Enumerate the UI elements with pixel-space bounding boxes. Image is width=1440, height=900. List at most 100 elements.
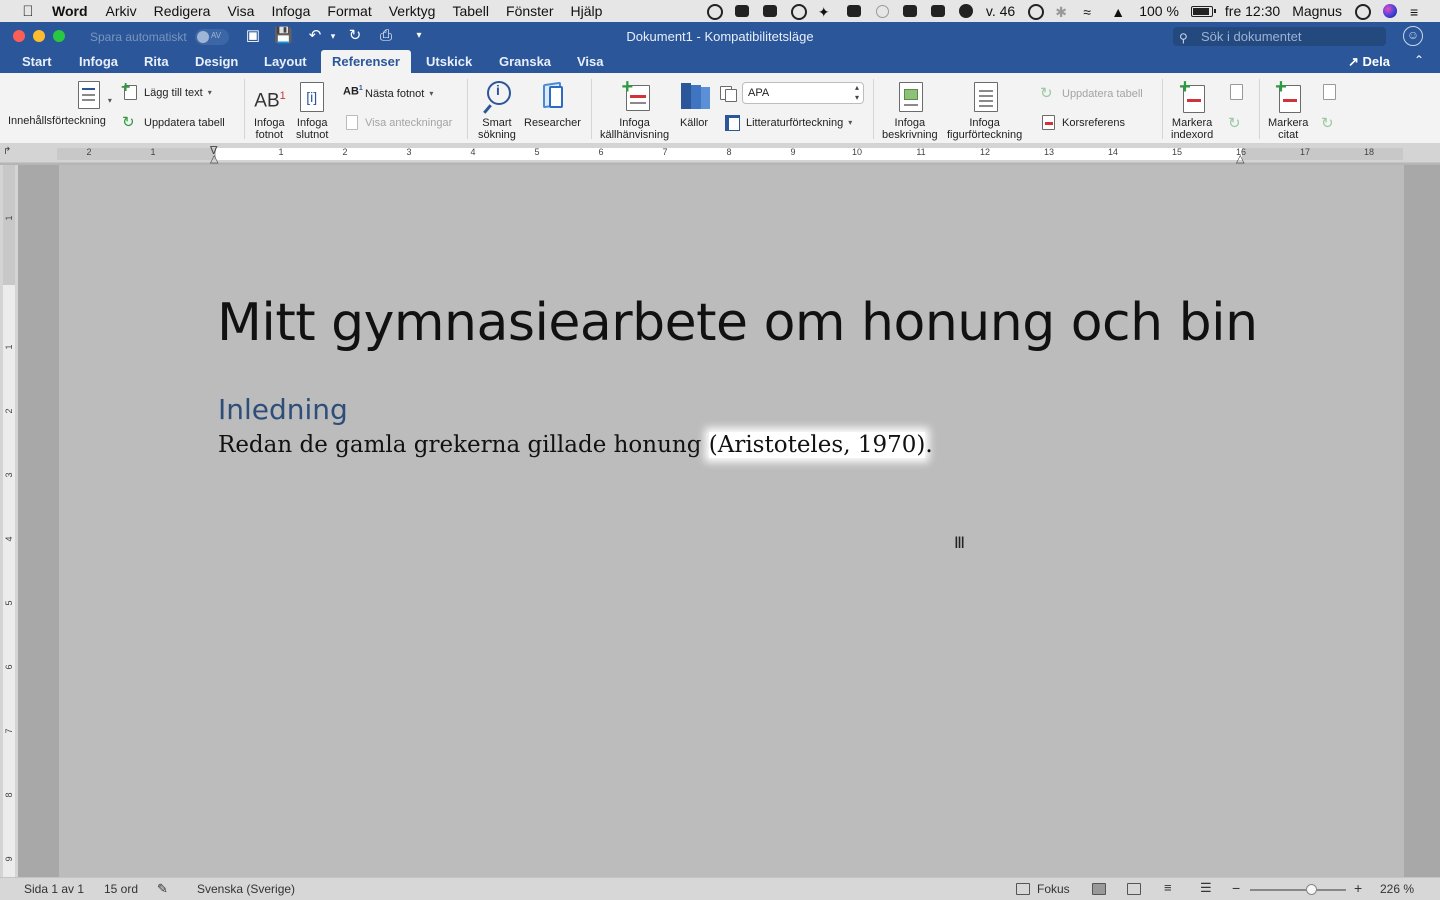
insert-caption-button[interactable]: Infoga beskrivning: [882, 81, 938, 141]
document-canvas[interactable]: Mitt gymnasiearbete om honung och bin In…: [18, 165, 1440, 877]
bluetooth-icon[interactable]: ✱: [1055, 4, 1071, 20]
tab-start[interactable]: Start: [22, 54, 52, 69]
menu-tabell[interactable]: Tabell: [452, 3, 489, 19]
apple-menu-icon[interactable]: : [18, 3, 38, 20]
page-count[interactable]: Sida 1 av 1: [24, 882, 84, 896]
focus-button[interactable]: Fokus: [1037, 882, 1070, 896]
airplay-icon[interactable]: [902, 4, 918, 18]
tab-layout[interactable]: Layout: [264, 54, 307, 69]
show-notes-button[interactable]: Visa anteckningar: [343, 114, 452, 131]
menu-fonster[interactable]: Fönster: [506, 3, 553, 19]
menu-verktyg[interactable]: Verktyg: [389, 3, 436, 19]
zoom-slider[interactable]: [1250, 884, 1346, 895]
bibliography-button[interactable]: Litteraturförteckning ▾: [724, 114, 852, 131]
vertical-ruler[interactable]: 1 1 2 3 4 5 6 7 8 9: [0, 165, 18, 877]
cross-reference-button[interactable]: Korsreferens: [1040, 114, 1125, 131]
insert-endnote-button[interactable]: [i] Infoga slutnot: [296, 81, 328, 141]
tab-granska[interactable]: Granska: [499, 54, 551, 69]
document-page[interactable]: Mitt gymnasiearbete om honung och bin In…: [59, 165, 1404, 877]
volume-icon[interactable]: ▲: [1111, 4, 1127, 20]
document-title-heading[interactable]: Mitt gymnasiearbete om honung och bin: [217, 293, 1258, 353]
table-of-contents-button[interactable]: ▾ Innehållsförteckning: [8, 79, 112, 127]
tab-visa[interactable]: Visa: [577, 54, 604, 69]
sources-button[interactable]: Källor: [679, 81, 710, 129]
autosave-toggle[interactable]: AV: [195, 29, 229, 45]
tab-stop-selector-icon[interactable]: ↱: [3, 146, 11, 157]
feedback-smiley-icon[interactable]: ☺: [1403, 26, 1423, 46]
language[interactable]: Svenska (Sverige): [197, 882, 295, 896]
insert-table-of-figures-button[interactable]: Infoga figurförteckning: [947, 81, 1022, 141]
app-status-icon[interactable]: [930, 4, 946, 18]
print-icon[interactable]: ⎙: [377, 27, 395, 45]
menu-redigera[interactable]: Redigera: [154, 3, 211, 19]
update-table-of-authorities-icon[interactable]: ↻: [1321, 114, 1338, 132]
insert-footnote-button[interactable]: AB1 Infoga fotnot: [254, 81, 286, 141]
week-number[interactable]: v. 46: [986, 3, 1015, 19]
citation-style-select[interactable]: APA ▴ ▾: [742, 82, 864, 104]
adobe-icon[interactable]: [734, 4, 750, 18]
tab-rita[interactable]: Rita: [144, 54, 169, 69]
proofing-icon[interactable]: ✎: [157, 881, 168, 897]
update-table-button[interactable]: ↻ Uppdatera tabell: [122, 114, 225, 131]
tab-infoga[interactable]: Infoga: [79, 54, 118, 69]
mark-citation-button[interactable]: + Markera citat: [1268, 77, 1308, 141]
clock[interactable]: fre 12:30: [1225, 3, 1280, 19]
citation-field[interactable]: (Aristoteles, 1970): [708, 432, 926, 458]
update-index-icon[interactable]: ↻: [1228, 114, 1245, 132]
zoom-out-icon[interactable]: −: [1232, 880, 1240, 896]
next-footnote-button[interactable]: AB1 Nästa fotnot ▾: [343, 85, 433, 102]
insert-citation-button[interactable]: + Infoga källhänvisning: [600, 77, 669, 141]
zoom-window-button[interactable]: [53, 30, 65, 42]
update-table-figures-button[interactable]: ↻ Uppdatera tabell: [1040, 85, 1143, 102]
redo-icon[interactable]: ↻: [346, 27, 364, 45]
zoom-level[interactable]: 226 %: [1380, 882, 1414, 896]
battery-percent[interactable]: 100 %: [1139, 3, 1179, 19]
wifi-icon[interactable]: ≈: [1083, 4, 1099, 20]
right-indent-marker[interactable]: △: [1236, 152, 1244, 165]
status-extra-icon[interactable]: [706, 4, 723, 20]
menu-arkiv[interactable]: Arkiv: [106, 3, 137, 19]
outline-view-icon[interactable]: ≡: [1164, 880, 1172, 895]
minimize-window-button[interactable]: [33, 30, 45, 42]
left-indent-marker[interactable]: △: [210, 152, 218, 165]
heading-1[interactable]: Inledning: [218, 393, 348, 426]
tab-design[interactable]: Design: [195, 54, 238, 69]
focus-icon[interactable]: [1016, 883, 1030, 895]
tab-utskick[interactable]: Utskick: [426, 54, 472, 69]
disabled-status-icon[interactable]: [874, 4, 890, 18]
user-name[interactable]: Magnus: [1292, 3, 1342, 19]
close-window-button[interactable]: [13, 30, 25, 42]
insert-table-of-authorities-icon[interactable]: [1321, 84, 1338, 101]
brightness-icon[interactable]: [790, 4, 807, 20]
tab-referenser[interactable]: Referenser: [321, 50, 411, 73]
draft-view-icon[interactable]: ☰: [1200, 880, 1212, 896]
researcher-button[interactable]: Researcher: [524, 81, 581, 129]
print-layout-icon[interactable]: [1092, 883, 1106, 895]
insert-index-icon[interactable]: [1228, 84, 1245, 101]
word-count[interactable]: 15 ord: [104, 882, 138, 896]
magic-wand-icon[interactable]: ✦: [818, 4, 834, 20]
time-machine-icon[interactable]: [1027, 4, 1045, 20]
sidebar-toggle-icon[interactable]: ▣: [244, 27, 262, 45]
spotlight-search-icon[interactable]: [1354, 4, 1371, 20]
menu-visa[interactable]: Visa: [227, 3, 254, 19]
menu-hjalp[interactable]: Hjälp: [571, 3, 603, 19]
zoom-slider-thumb[interactable]: [1306, 884, 1317, 895]
notification-center-icon[interactable]: ≡: [1410, 4, 1426, 20]
horizontal-ruler[interactable]: ↱ 2 1 1 2 3 4 5 6 7 8 9 10 11 12 13 14 1…: [0, 144, 1440, 165]
smart-lookup-button[interactable]: i Smart sökning: [478, 81, 516, 141]
siri-icon[interactable]: [1382, 4, 1398, 18]
menu-format[interactable]: Format: [327, 3, 371, 19]
share-button[interactable]: ↗ Dela: [1348, 54, 1390, 70]
display-icon[interactable]: [762, 4, 778, 18]
save-icon[interactable]: 💾: [274, 27, 293, 45]
search-document-input[interactable]: ⚲ Sök i dokumentet: [1173, 27, 1386, 46]
mark-entry-button[interactable]: + Markera indexord: [1171, 77, 1213, 141]
undo-icon[interactable]: ↶: [306, 27, 324, 45]
web-layout-icon[interactable]: [1127, 883, 1141, 895]
undo-dropdown-icon[interactable]: ▾: [324, 27, 342, 45]
app-menu[interactable]: Word: [52, 3, 88, 19]
zoom-in-icon[interactable]: +: [1354, 880, 1362, 896]
sync-icon[interactable]: [958, 4, 974, 18]
add-text-button[interactable]: + Lägg till text ▾: [121, 80, 212, 101]
